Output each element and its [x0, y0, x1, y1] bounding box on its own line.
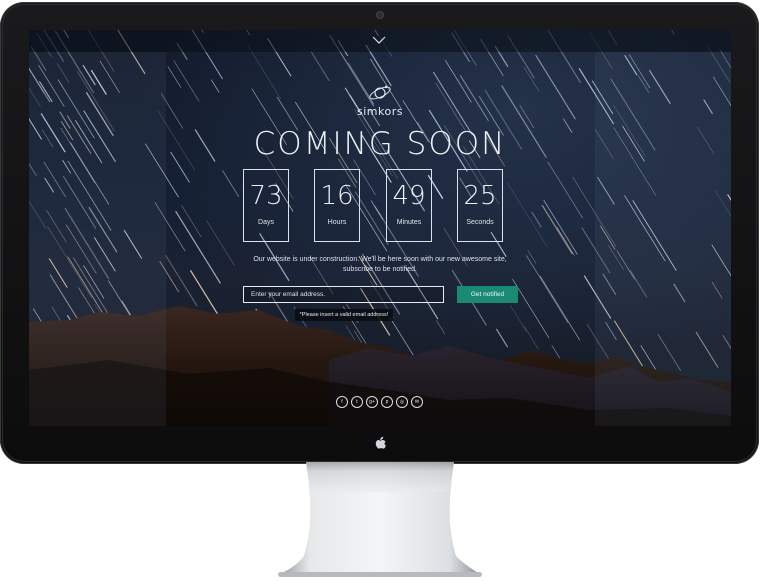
countdown-days-label: Days: [258, 219, 274, 226]
countdown-minutes-label: Minutes: [396, 219, 422, 226]
monitor-stand: [278, 462, 482, 577]
screen: simkors Coming soon 73 Days 16 Hours 49 …: [29, 30, 731, 426]
countdown-seconds-value: 25: [463, 181, 497, 211]
get-notified-button[interactable]: Get notified: [457, 286, 518, 303]
brand-logo: simkors: [355, 82, 405, 118]
countdown-hours: 16 Hours: [314, 169, 360, 242]
brand-name: simkors: [357, 105, 403, 118]
countdown: 73 Days 16 Hours 49 Minutes 25 Seconds: [243, 169, 518, 242]
side-panel-left: [29, 52, 166, 426]
camera-icon: [377, 12, 383, 18]
description-line-1: Our website is under construction. We'll…: [253, 256, 507, 263]
countdown-hours-value: 16: [320, 181, 354, 211]
countdown-seconds: 25 Seconds: [457, 169, 503, 242]
description-line-2: subscribe to be notified.: [343, 266, 417, 273]
countdown-days: 73 Days: [243, 169, 289, 242]
email-icon[interactable]: ✉: [411, 396, 423, 408]
pinterest-icon[interactable]: p: [381, 396, 393, 408]
planet-logo-icon: [369, 85, 391, 100]
countdown-hours-label: Hours: [327, 219, 347, 226]
google-plus-icon[interactable]: g+: [366, 396, 378, 408]
page-title: Coming soon: [253, 126, 507, 162]
apple-logo-icon: [375, 436, 386, 449]
instagram-icon[interactable]: ◎: [396, 396, 408, 408]
description: Our website is under construction. We'll…: [229, 255, 531, 275]
countdown-minutes: 49 Minutes: [386, 169, 432, 242]
email-input[interactable]: [243, 286, 444, 303]
side-panel-right: [595, 52, 731, 426]
facebook-icon[interactable]: f: [336, 396, 348, 408]
social-links: f t g+ p ◎ ✉: [336, 396, 432, 408]
error-message: *Please insert a valid email address!: [295, 309, 393, 321]
countdown-days-value: 73: [249, 181, 283, 211]
countdown-seconds-label: Seconds: [466, 219, 494, 226]
twitter-icon[interactable]: t: [351, 396, 363, 408]
chevron-down-icon[interactable]: [371, 34, 387, 46]
countdown-minutes-value: 49: [392, 181, 426, 211]
